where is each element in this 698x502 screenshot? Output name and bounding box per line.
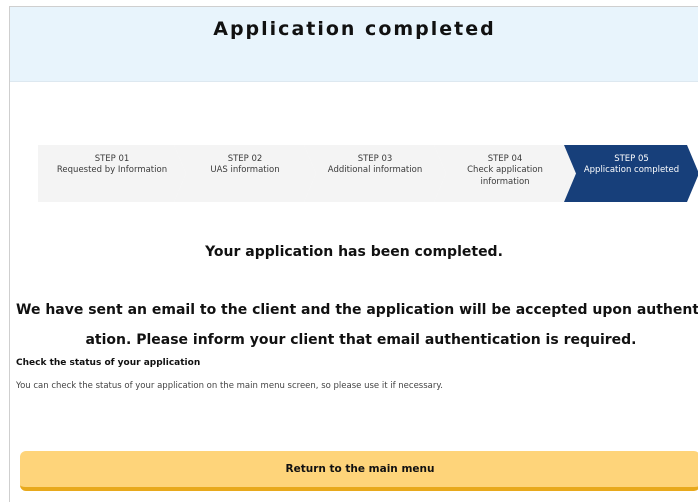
email-notice: We have sent an email to the client and … bbox=[16, 295, 698, 355]
page-title: Application completed bbox=[213, 18, 496, 40]
step-number: STEP 01 bbox=[94, 154, 130, 164]
step-02: STEP 02 UAS information bbox=[174, 145, 316, 202]
step-label: Check application information bbox=[467, 165, 543, 187]
step-number: STEP 04 bbox=[487, 154, 523, 164]
status-section-title: Check the status of your application bbox=[16, 358, 201, 368]
step-number: STEP 05 bbox=[614, 154, 649, 164]
step-label: UAS information bbox=[210, 165, 280, 176]
step-03: STEP 03 Additional information bbox=[304, 145, 446, 202]
step-label: Requested by Information bbox=[56, 165, 168, 176]
step-number: STEP 02 bbox=[227, 154, 263, 164]
step-01: STEP 01 Requested by Information bbox=[38, 145, 186, 202]
step-04: STEP 04 Check application information bbox=[434, 145, 576, 202]
step-number: STEP 03 bbox=[357, 154, 393, 164]
email-notice-line2: ation. Please inform your client that em… bbox=[85, 332, 637, 348]
page-header: Application completed bbox=[10, 7, 698, 82]
step-05: STEP 05 Application completed bbox=[564, 145, 698, 202]
email-notice-line1: We have sent an email to the client and … bbox=[16, 302, 698, 318]
completed-message: Your application has been completed. bbox=[205, 244, 503, 260]
step-label: Additional information bbox=[327, 165, 423, 176]
status-section-description: You can check the status of your applica… bbox=[16, 381, 443, 391]
progress-stepper: STEP 01 Requested by Information STEP 02… bbox=[38, 145, 698, 202]
return-to-main-menu-button[interactable]: Return to the main menu bbox=[20, 451, 698, 491]
page-frame: Application completed STEP 01 Requested … bbox=[9, 6, 698, 502]
step-label: Application completed bbox=[583, 165, 680, 176]
